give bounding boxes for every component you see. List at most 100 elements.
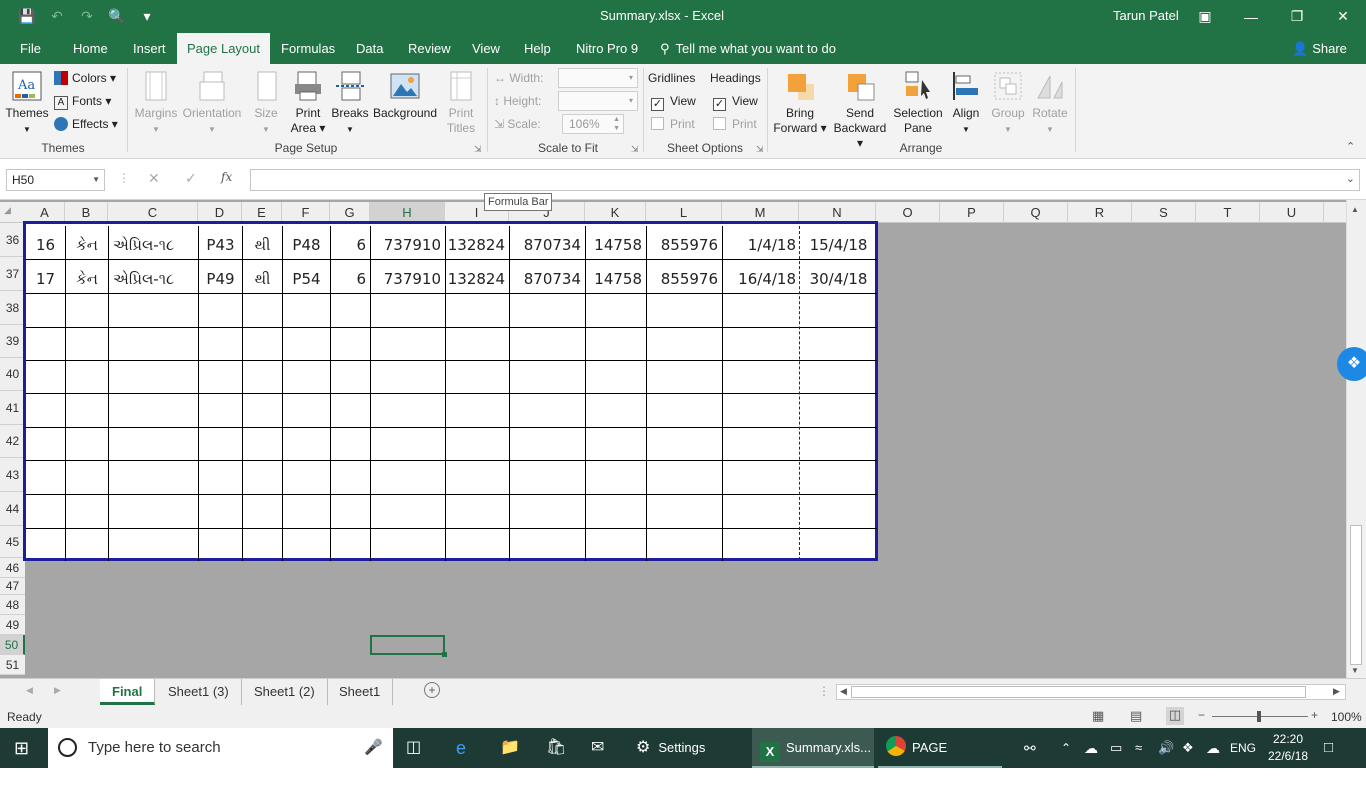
name-box[interactable]: H50 ▼ <box>6 169 105 191</box>
column-header[interactable]: A <box>25 202 65 223</box>
insert-function-icon[interactable]: fx <box>221 170 232 184</box>
table-cell[interactable] <box>283 394 331 428</box>
store-icon[interactable]: 🛍 <box>546 728 566 768</box>
table-cell[interactable] <box>800 394 877 428</box>
column-header[interactable]: N <box>799 202 876 223</box>
table-cell[interactable]: 855976 <box>647 260 723 294</box>
column-header[interactable]: G <box>330 202 370 223</box>
sheet-tab-final[interactable]: Final <box>100 679 156 705</box>
table-cell[interactable]: 132824 <box>446 260 510 294</box>
table-cell[interactable] <box>109 394 199 428</box>
zoom-out-icon[interactable]: − <box>1198 708 1205 722</box>
bring-forward-button[interactable]: Bring Forward ▾ <box>772 70 828 136</box>
table-cell[interactable]: P54 <box>283 260 331 294</box>
table-cell[interactable] <box>283 361 331 394</box>
row-header[interactable]: 44 <box>0 492 25 526</box>
enter-icon[interactable]: ✓ <box>185 170 197 187</box>
table-cell[interactable] <box>510 428 586 461</box>
table-cell[interactable] <box>26 461 66 495</box>
row-header[interactable]: 47 <box>0 578 25 595</box>
table-cell[interactable] <box>800 294 877 328</box>
scale-spinner[interactable]: 106% ▲ ▼ <box>562 114 624 134</box>
table-cell[interactable] <box>199 428 243 461</box>
table-cell[interactable] <box>243 495 283 529</box>
table-cell[interactable] <box>26 294 66 328</box>
table-cell[interactable] <box>371 361 446 394</box>
table-cell[interactable]: થી <box>243 226 283 260</box>
table-cell[interactable] <box>109 428 199 461</box>
sheet-tab-sheet1-3[interactable]: Sheet1 (3) <box>156 679 242 705</box>
user-name[interactable]: Tarun Patel <box>1113 8 1179 23</box>
table-cell[interactable]: P49 <box>199 260 243 294</box>
zoom-in-icon[interactable]: + <box>1311 708 1318 722</box>
minimize-icon[interactable]: — <box>1228 0 1274 33</box>
table-cell[interactable] <box>26 394 66 428</box>
row-header[interactable]: 36 <box>0 223 25 257</box>
table-cell[interactable] <box>283 461 331 495</box>
table-cell[interactable] <box>331 495 371 529</box>
volume-icon[interactable]: 🔊 <box>1158 728 1174 768</box>
table-cell[interactable] <box>243 428 283 461</box>
column-header[interactable]: F <box>282 202 330 223</box>
table-cell[interactable]: 132824 <box>446 226 510 260</box>
table-cell[interactable] <box>26 361 66 394</box>
gridlines-print-checkbox[interactable]: Print <box>651 114 695 134</box>
table-cell[interactable]: 6 <box>331 226 371 260</box>
sheet-tab-sheet1-2[interactable]: Sheet1 (2) <box>242 679 328 705</box>
column-header[interactable]: L <box>646 202 722 223</box>
table-cell[interactable] <box>283 529 331 561</box>
align-button[interactable]: Align ▼ <box>947 70 985 137</box>
row-header[interactable]: 49 <box>0 615 25 635</box>
table-cell[interactable] <box>243 328 283 361</box>
table-cell[interactable] <box>723 461 800 495</box>
horizontal-scroll-thumb[interactable] <box>851 686 1306 698</box>
row-header[interactable]: 42 <box>0 425 25 458</box>
table-cell[interactable]: P43 <box>199 226 243 260</box>
table-cell[interactable] <box>586 495 647 529</box>
table-cell[interactable] <box>331 428 371 461</box>
table-cell[interactable] <box>66 428 109 461</box>
table-cell[interactable] <box>26 328 66 361</box>
taskbar-search[interactable]: Type here to search 🎤 <box>48 728 393 768</box>
table-cell[interactable] <box>243 361 283 394</box>
share-button[interactable]: 👤 Share <box>1292 33 1347 64</box>
breaks-button[interactable]: Breaks ▼ <box>331 70 369 137</box>
page-break-preview-icon[interactable]: ◫ <box>1166 707 1184 725</box>
column-header[interactable]: C <box>108 202 198 223</box>
table-cell[interactable] <box>723 529 800 561</box>
size-button[interactable]: Size ▼ <box>250 70 282 137</box>
column-header[interactable]: M <box>722 202 799 223</box>
table-cell[interactable] <box>446 428 510 461</box>
table-cell[interactable]: 737910 <box>371 226 446 260</box>
table-cell[interactable] <box>199 495 243 529</box>
table-cell[interactable] <box>331 328 371 361</box>
table-cell[interactable] <box>446 495 510 529</box>
table-cell[interactable]: એપ્રિલ-૧૮ <box>109 226 199 260</box>
table-cell[interactable] <box>647 328 723 361</box>
table-cell[interactable] <box>243 529 283 561</box>
table-cell[interactable] <box>109 294 199 328</box>
tab-file[interactable]: File <box>10 33 51 64</box>
background-button[interactable]: Background <box>372 70 438 121</box>
table-cell[interactable] <box>723 294 800 328</box>
table-cell[interactable] <box>199 394 243 428</box>
table-cell[interactable] <box>586 328 647 361</box>
formula-input[interactable]: ⌄ <box>250 169 1360 191</box>
cloud-upload-icon[interactable]: ☁ <box>1206 728 1220 768</box>
column-header[interactable]: S <box>1132 202 1196 223</box>
vertical-scroll-thumb[interactable] <box>1350 525 1362 665</box>
table-cell[interactable] <box>446 328 510 361</box>
next-sheet-icon[interactable]: ▶ <box>54 685 61 696</box>
onedrive-icon[interactable]: ☁ <box>1084 728 1098 768</box>
row-header[interactable]: 46 <box>0 558 25 578</box>
scroll-down-icon[interactable]: ▼ <box>1351 666 1359 675</box>
table-cell[interactable]: એપ્રિલ-૧૮ <box>109 260 199 294</box>
table-cell[interactable] <box>243 294 283 328</box>
table-cell[interactable] <box>723 394 800 428</box>
table-cell[interactable] <box>109 361 199 394</box>
table-cell[interactable] <box>26 529 66 561</box>
horizontal-scrollbar[interactable]: ◀ ▶ <box>836 684 1346 700</box>
tab-page-layout[interactable]: Page Layout <box>177 33 271 64</box>
table-cell[interactable] <box>371 394 446 428</box>
table-cell[interactable]: 16 <box>26 226 66 260</box>
